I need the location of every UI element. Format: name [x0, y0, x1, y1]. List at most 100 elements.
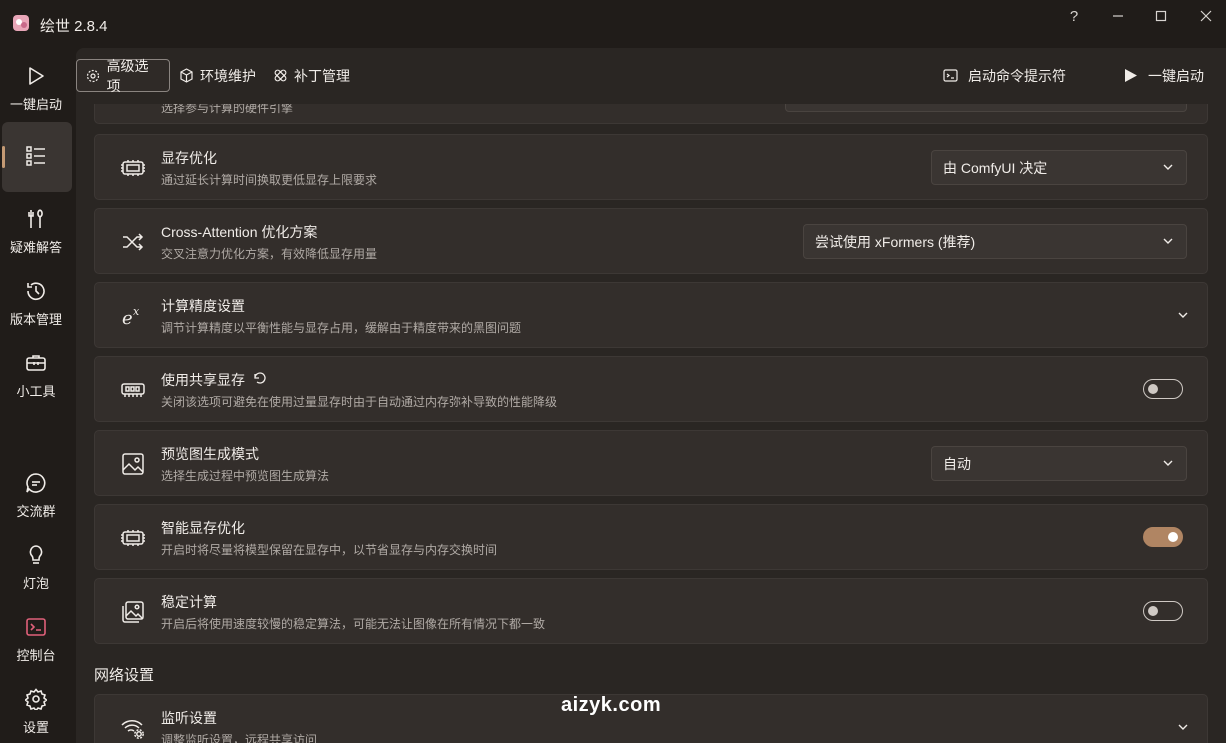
memory-icon [119, 377, 147, 403]
tab-label: 补丁管理 [294, 67, 350, 84]
setting-title: 使用共享显存 [161, 372, 245, 388]
image-icon [119, 451, 147, 477]
terminal-icon [942, 68, 958, 84]
exponent-icon: ex [119, 303, 147, 329]
sidebar-item-label: 设置 [22, 720, 49, 735]
sidebar-item-label: 灯泡 [22, 576, 49, 591]
sidebar-item-label: 疑难解答 [9, 240, 62, 255]
gear-icon [24, 687, 48, 711]
toggle-knob [1168, 532, 1178, 542]
bulb-icon [24, 543, 48, 567]
section-title-network: 网络设置 [94, 667, 155, 684]
setting-title: 智能显存优化 [161, 520, 245, 536]
sidebar-item-troubleshoot[interactable]: 疑难解答 [0, 207, 72, 256]
chevron-down-icon [1163, 164, 1173, 170]
settings-card-cross-attention: Cross-Attention 优化方案 交叉注意力优化方案，有效降低显存用量 … [94, 208, 1208, 274]
sidebar-item-console[interactable]: 控制台 [0, 615, 72, 664]
sidebar-item-community[interactable]: 交流群 [0, 471, 72, 520]
sidebar-item-label: 控制台 [16, 648, 56, 663]
vram-opt-select[interactable]: 由 ComfyUI 决定 [931, 150, 1187, 185]
toggle-knob [1148, 384, 1158, 394]
settings-card-smart-vram: 智能显存优化 开启时将尽量将模型保留在显存中，以节省显存与内存交换时间 [94, 504, 1208, 570]
select-value: 自动 [943, 455, 971, 472]
images-icon [119, 599, 147, 625]
setting-desc: 调整监听设置，远程共享访问 [161, 733, 318, 743]
setting-desc: 关闭该选项可避免在使用过量显存时由于自动通过内存弥补导致的性能降级 [161, 395, 558, 409]
tab-label: 高级选项 [106, 57, 149, 94]
toolbox-icon [24, 351, 48, 375]
tab-env-maintenance[interactable]: 环境维护 [170, 59, 264, 92]
app-logo-icon [13, 15, 29, 31]
settings-card-stable-calc: 稳定计算 开启后将使用速度较慢的稳定算法，可能无法让图像在所有情况下都一致 [94, 578, 1208, 644]
setting-title: Cross-Attention 优化方案 [161, 224, 318, 240]
tab-label: 环境维护 [200, 67, 256, 84]
toolbar: 高级选项 环境维护 补丁管理 启动命令提示符 一键启动 [76, 48, 1226, 104]
setting-title: 显存优化 [161, 150, 217, 166]
chip-icon [119, 525, 147, 551]
svg-text:e: e [122, 308, 133, 328]
chip-icon [119, 155, 147, 181]
sidebar-item-launch[interactable]: 一键启动 [0, 64, 72, 113]
shuffle-icon [119, 229, 147, 255]
sidebar-item-tools[interactable]: 小工具 [0, 351, 72, 400]
setting-desc: 开启时将尽量将模型保留在显存中，以节省显存与内存交换时间 [161, 543, 498, 557]
setting-title: 预览图生成模式 [161, 446, 259, 462]
patch-icon [272, 68, 288, 84]
sidebar-item-versions[interactable]: 版本管理 [0, 279, 72, 328]
cube-icon [178, 68, 194, 84]
main-panel: 高级选项 环境维护 补丁管理 启动命令提示符 一键启动 选择参与计算的硬件引擎 … [76, 48, 1226, 743]
watermark: aizyk.com [561, 694, 662, 716]
sidebar-item-settings[interactable]: 设置 [0, 687, 72, 736]
maximize-button[interactable] [1141, 6, 1181, 26]
play-icon [1122, 68, 1138, 84]
preview-mode-select[interactable]: 自动 [931, 446, 1187, 481]
cross-attention-select[interactable]: 尝试使用 xFormers (推荐) [803, 224, 1187, 259]
history-icon [24, 279, 48, 303]
minimize-icon [1113, 15, 1123, 17]
gear-icon [85, 68, 101, 84]
setting-desc: 交叉注意力优化方案，有效降低显存用量 [161, 247, 378, 261]
chevron-down-icon [1163, 238, 1173, 244]
sidebar-item-advanced[interactable] [0, 144, 72, 168]
setting-title: 计算精度设置 [161, 298, 245, 314]
chevron-down-icon [1163, 460, 1173, 466]
shared-vram-toggle[interactable] [1143, 379, 1183, 399]
settings-card-precision[interactable]: ex 计算精度设置 调节计算精度以平衡性能与显存占用，缓解由于精度带来的黑图问题 [94, 282, 1208, 348]
title-bar: 绘世 2.8.4 ? [0, 0, 1226, 48]
sidebar-item-label: 一键启动 [9, 97, 62, 112]
tab-advanced-options[interactable]: 高级选项 [76, 58, 170, 94]
smart-vram-toggle[interactable] [1143, 527, 1183, 547]
sidebar-item-label: 版本管理 [9, 312, 62, 327]
list-settings-icon [24, 144, 48, 168]
help-button[interactable]: ? [1054, 6, 1094, 26]
window-title: 绘世 2.8.4 [40, 18, 108, 35]
chevron-down-icon [1178, 312, 1188, 318]
play-icon [24, 64, 48, 88]
close-icon [1200, 10, 1212, 22]
select-value: 尝试使用 xFormers (推荐) [815, 233, 976, 250]
select-value: 由 ComfyUI 决定 [943, 159, 1048, 176]
minimize-button[interactable] [1098, 6, 1138, 26]
stable-calc-toggle[interactable] [1143, 601, 1183, 621]
wifi-settings-icon [119, 715, 147, 741]
chevron-down-icon [1178, 724, 1188, 730]
launch-button[interactable]: 一键启动 [1114, 59, 1212, 92]
toggle-knob [1148, 606, 1158, 616]
sidebar-item-label: 小工具 [16, 384, 56, 399]
console-prompt-label: 启动命令提示符 [968, 67, 1066, 84]
sidebar-item-bulb[interactable]: 灯泡 [0, 543, 72, 592]
sidebar-item-label: 交流群 [16, 504, 56, 519]
launch-label: 一键启动 [1148, 67, 1204, 84]
sidebar: 一键启动 疑难解答 版本管理 小工具 交流群 灯泡 控制台 设置 [0, 48, 76, 743]
tab-patch-management[interactable]: 补丁管理 [264, 59, 358, 92]
close-button[interactable] [1186, 6, 1226, 26]
setting-title: 稳定计算 [161, 594, 217, 610]
setting-desc: 调节计算精度以平衡性能与显存占用，缓解由于精度带来的黑图问题 [161, 321, 522, 335]
setting-desc: 开启后将使用速度较慢的稳定算法，可能无法让图像在所有情况下都一致 [161, 617, 546, 631]
console-icon [24, 615, 48, 639]
setting-title: 监听设置 [161, 710, 217, 726]
undo-icon[interactable] [252, 371, 266, 385]
settings-card-preview-mode: 预览图生成模式 选择生成过程中预览图生成算法 自动 [94, 430, 1208, 496]
console-prompt-button[interactable]: 启动命令提示符 [934, 59, 1074, 92]
svg-text:x: x [133, 305, 140, 318]
